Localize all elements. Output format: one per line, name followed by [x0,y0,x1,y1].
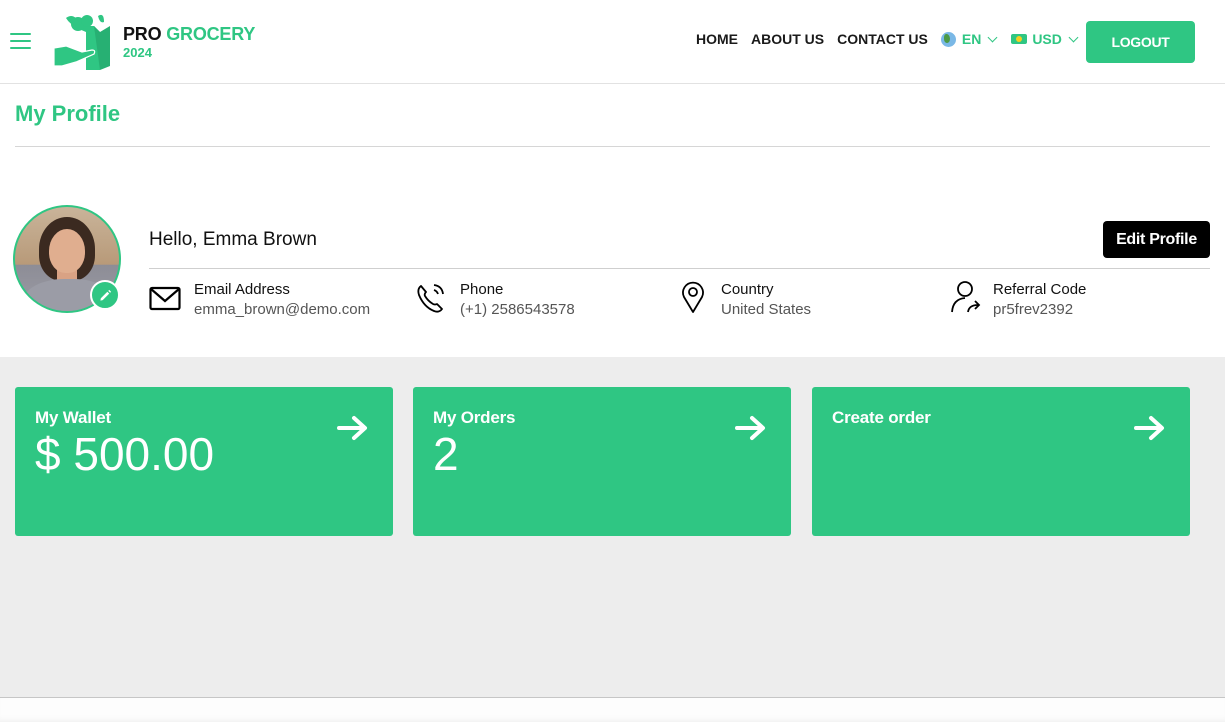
nav-home[interactable]: HOME [696,31,738,47]
logout-button[interactable]: LOGOUT [1086,21,1195,63]
arrow-right-icon [735,416,765,440]
title-divider [15,146,1210,147]
wallet-card-title: My Wallet [35,408,111,427]
map-pin-icon [682,281,704,313]
orders-card-title: My Orders [433,408,516,427]
arrow-right-icon [337,416,367,440]
user-share-icon [951,281,981,313]
globe-icon [940,31,956,47]
edit-avatar-button[interactable] [90,280,120,310]
info-email: Email Address emma_brown@demo.com [149,280,370,320]
cash-icon [1011,34,1028,44]
email-label: Email Address [194,281,290,298]
greeting: Hello, Emma Brown [149,229,317,250]
phone-label: Phone [460,281,504,298]
chevron-down-icon [987,32,998,42]
main-nav: HOME ABOUT US CONTACT US EN USD [696,31,1092,47]
language-selector[interactable]: EN [940,31,998,47]
top-header: PRO GROCERY 2024 HOME ABOUT US CONTACT U… [0,0,1225,84]
info-referral: Referral Code pr5frev2392 [948,280,1086,320]
country-label: Country [721,281,774,298]
brand-name: PRO GROCERY [123,24,255,44]
orders-count: 2 [433,428,459,480]
brand-year: 2024 [123,45,152,60]
hamburger-line [10,40,31,42]
grocery-bag-hand-icon [54,14,110,70]
currency-value: USD [1032,31,1062,47]
referral-label: Referral Code [993,281,1087,298]
page-title: My Profile [15,101,121,126]
nav-contact-us[interactable]: CONTACT US [837,31,928,47]
brand-pro: PRO [123,24,162,44]
avatar-face [49,229,85,273]
hamburger-line [10,47,31,49]
language-value: EN [961,31,982,47]
info-phone: Phone (+1) 2586543578 [415,280,575,320]
currency-selector[interactable]: USD [1011,31,1079,47]
arrow-right-icon [1134,416,1164,440]
nav-about-us[interactable]: ABOUT US [751,31,824,47]
create-order-card-title: Create order [832,408,931,427]
chevron-down-icon [1068,32,1079,42]
pencil-icon [99,289,111,301]
phone-icon [417,284,444,313]
wallet-balance: $ 500.00 [35,428,215,480]
hamburger-line [10,33,31,35]
edit-profile-button[interactable]: Edit Profile [1103,221,1210,258]
referral-value: pr5frev2392 [993,301,1074,318]
info-country: Country United States [676,280,811,320]
orders-card[interactable]: My Orders 2 [413,387,791,536]
email-value: emma_brown@demo.com [194,301,371,318]
create-order-card[interactable]: Create order [812,387,1190,536]
envelope-icon [149,286,181,311]
wallet-card[interactable]: My Wallet $ 500.00 [15,387,393,536]
hamburger-menu-button[interactable] [10,33,31,49]
brand-logo[interactable]: PRO GROCERY 2024 [54,12,264,72]
phone-value: (+1) 2586543578 [460,301,575,318]
footer-bar [0,697,1225,722]
country-value: United States [721,301,812,318]
brand-grocery: GROCERY [166,24,256,44]
profile-divider [149,268,1210,269]
